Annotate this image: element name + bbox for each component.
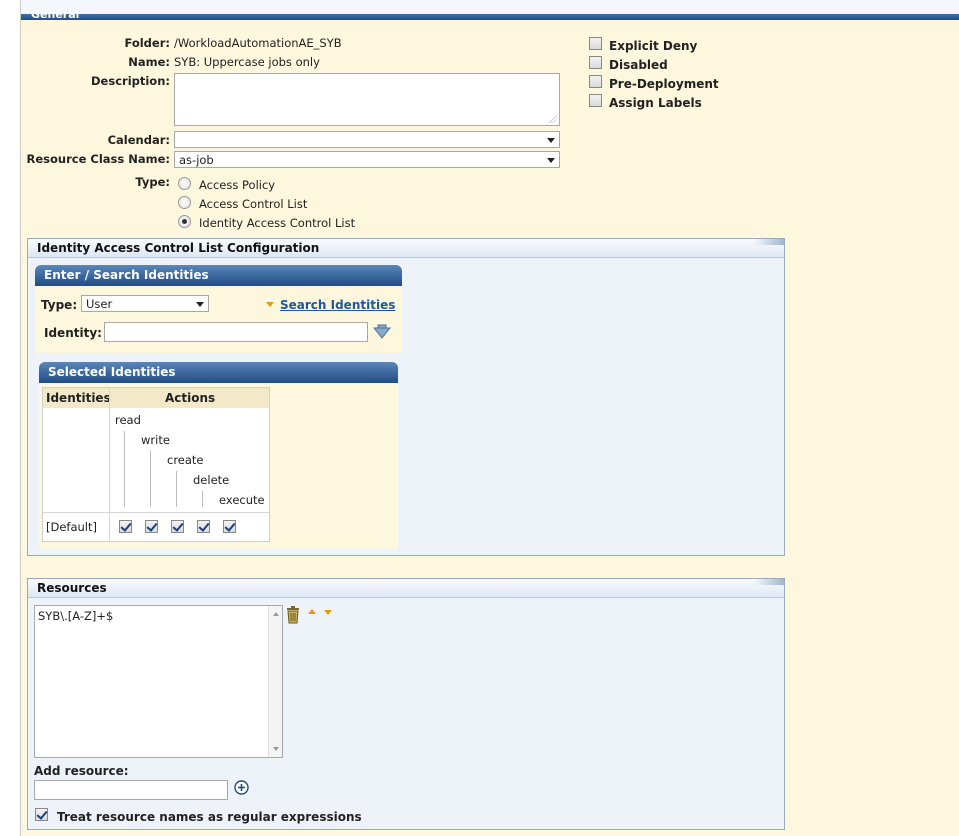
calendar-label: Calendar: <box>107 133 170 147</box>
grid-row-divider <box>43 512 269 513</box>
regex-label: Treat resource names as regular expressi… <box>57 810 362 824</box>
folder-label: Folder: <box>124 36 170 50</box>
folder-value: /WorkloadAutomationAE_SYB <box>174 36 342 50</box>
disabled-checkbox[interactable] <box>589 56 602 69</box>
tree-line <box>176 471 177 507</box>
general-section-title: General <box>31 8 80 21</box>
grid-col-divider <box>109 388 110 541</box>
resources-title: Resources <box>28 579 784 598</box>
resize-grip-icon[interactable] <box>549 115 557 123</box>
col-identities-header: Identities <box>46 391 111 405</box>
general-section-header: General <box>21 8 959 21</box>
type-radio-access-policy[interactable] <box>178 177 191 190</box>
description-label: Description: <box>91 74 170 88</box>
perm-execute-checkbox[interactable] <box>223 520 236 533</box>
trash-icon[interactable] <box>286 606 300 624</box>
identity-type-label: Type: <box>41 298 78 312</box>
assign-labels-checkbox[interactable] <box>589 94 602 107</box>
default-identity-cell: [Default] <box>46 520 97 534</box>
perm-delete-checkbox[interactable] <box>197 520 210 533</box>
resources-listbox[interactable]: SYB\.[A-Z]+$ <box>34 605 283 758</box>
type-option-label: Identity Access Control List <box>199 216 356 230</box>
tree-line <box>202 491 203 507</box>
action-label-read: read <box>115 413 141 427</box>
move-down-icon[interactable] <box>324 610 332 615</box>
identity-type-value: User <box>86 297 113 311</box>
type-radio-identity-acl[interactable] <box>178 215 191 228</box>
perm-write-checkbox[interactable] <box>145 520 158 533</box>
pre-deployment-checkbox[interactable] <box>589 75 602 88</box>
chevron-down-icon <box>196 302 204 307</box>
scroll-up-icon[interactable] <box>273 612 279 616</box>
pre-deployment-label: Pre-Deployment <box>609 77 719 91</box>
listbox-scrollbar[interactable] <box>268 606 282 757</box>
tree-line <box>150 451 151 507</box>
regex-checkbox[interactable] <box>35 808 48 821</box>
explicit-deny-checkbox[interactable] <box>589 37 602 50</box>
calendar-select[interactable] <box>174 131 560 148</box>
triangle-down-icon <box>266 302 274 307</box>
enter-search-title: Enter / Search Identities <box>35 265 402 286</box>
type-option-label: Access Policy <box>199 178 276 192</box>
identity-input[interactable] <box>104 322 368 342</box>
resource-item[interactable]: SYB\.[A-Z]+$ <box>38 609 113 623</box>
action-label-delete: delete <box>193 473 230 487</box>
assign-labels-label: Assign Labels <box>609 96 702 110</box>
add-resource-label: Add resource: <box>34 764 129 778</box>
disabled-label: Disabled <box>609 58 668 72</box>
perm-read-checkbox[interactable] <box>119 520 132 533</box>
left-frame-edge <box>0 0 21 836</box>
chevron-down-icon <box>547 138 555 143</box>
perm-create-checkbox[interactable] <box>171 520 184 533</box>
resource-class-selected-value: as-job <box>179 153 214 167</box>
action-label-create: create <box>167 453 204 467</box>
scroll-down-icon[interactable] <box>273 747 279 751</box>
add-down-arrow-icon[interactable] <box>373 324 391 340</box>
move-up-icon[interactable] <box>308 609 316 614</box>
resource-class-select[interactable]: as-job <box>174 151 560 168</box>
type-option-label: Access Control List <box>199 197 308 211</box>
identity-type-select[interactable]: User <box>81 295 209 312</box>
add-resource-input[interactable] <box>34 780 228 800</box>
action-label-write: write <box>141 433 170 447</box>
identities-grid <box>42 387 270 542</box>
chevron-down-icon <box>547 158 555 163</box>
tree-line <box>124 431 125 507</box>
name-label: Name: <box>128 55 170 69</box>
description-textarea[interactable] <box>174 73 560 126</box>
add-circle-icon[interactable] <box>234 780 249 795</box>
action-label-execute: execute <box>219 493 265 507</box>
name-value: SYB: Uppercase jobs only <box>174 55 320 69</box>
type-label: Type: <box>135 175 170 189</box>
type-radio-access-control-list[interactable] <box>178 196 191 209</box>
col-actions-header: Actions <box>165 391 216 405</box>
identity-label: Identity: <box>44 326 102 340</box>
explicit-deny-label: Explicit Deny <box>609 39 698 53</box>
resource-class-label: Resource Class Name: <box>26 152 170 166</box>
search-identities-link[interactable]: Search Identities <box>280 298 395 312</box>
iacl-config-title: Identity Access Control List Configurati… <box>28 239 784 258</box>
selected-identities-title: Selected Identities <box>39 362 398 383</box>
